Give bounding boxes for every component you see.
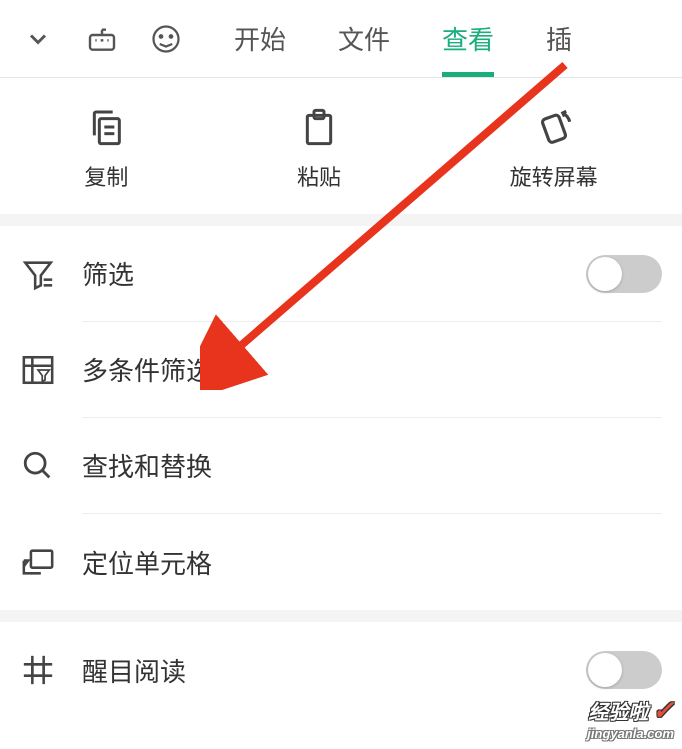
locate-cell-label: 定位单元格 bbox=[82, 544, 662, 581]
paste-label: 粘贴 bbox=[297, 160, 341, 192]
filter-icon bbox=[20, 256, 56, 292]
filter-toggle[interactable] bbox=[586, 255, 662, 293]
tab-file[interactable]: 文件 bbox=[338, 0, 390, 77]
highlight-read-label: 醒目阅读 bbox=[82, 652, 586, 689]
highlight-read-item[interactable]: 醒目阅读 bbox=[0, 622, 682, 718]
highlight-read-icon bbox=[20, 652, 56, 688]
highlight-read-toggle[interactable] bbox=[586, 651, 662, 689]
copy-icon bbox=[85, 106, 127, 148]
watermark-text: 经验啦 bbox=[588, 696, 648, 725]
locate-cell-item[interactable]: 定位单元格 bbox=[0, 514, 682, 610]
watermark-check-icon: ✓ bbox=[652, 695, 674, 726]
multi-filter-item[interactable]: 多条件筛选 bbox=[0, 322, 682, 418]
watermark: 经验啦 ✓ jingyanla.com bbox=[587, 695, 674, 741]
find-replace-item[interactable]: 查找和替换 bbox=[0, 418, 682, 514]
tab-plugin[interactable]: 插 bbox=[546, 0, 572, 77]
assistant-icon[interactable] bbox=[148, 21, 184, 57]
tab-start[interactable]: 开始 bbox=[234, 0, 286, 77]
paste-icon bbox=[298, 106, 340, 148]
locate-cell-icon bbox=[20, 544, 56, 580]
tab-view[interactable]: 查看 bbox=[442, 0, 494, 77]
paste-button[interactable]: 粘贴 bbox=[297, 106, 341, 192]
section-divider bbox=[0, 610, 682, 622]
find-replace-label: 查找和替换 bbox=[82, 447, 662, 484]
keyboard-icon[interactable] bbox=[84, 21, 120, 57]
copy-label: 复制 bbox=[84, 160, 128, 192]
filter-label: 筛选 bbox=[82, 255, 586, 292]
rotate-icon bbox=[533, 106, 575, 148]
collapse-icon[interactable] bbox=[20, 21, 56, 57]
filter-item[interactable]: 筛选 bbox=[0, 226, 682, 322]
multi-filter-label: 多条件筛选 bbox=[82, 351, 662, 388]
multi-filter-icon bbox=[20, 352, 56, 388]
search-icon bbox=[20, 448, 56, 484]
rotate-button[interactable]: 旋转屏幕 bbox=[510, 106, 598, 192]
watermark-url: jingyanla.com bbox=[587, 726, 674, 741]
rotate-label: 旋转屏幕 bbox=[510, 160, 598, 192]
copy-button[interactable]: 复制 bbox=[84, 106, 128, 192]
